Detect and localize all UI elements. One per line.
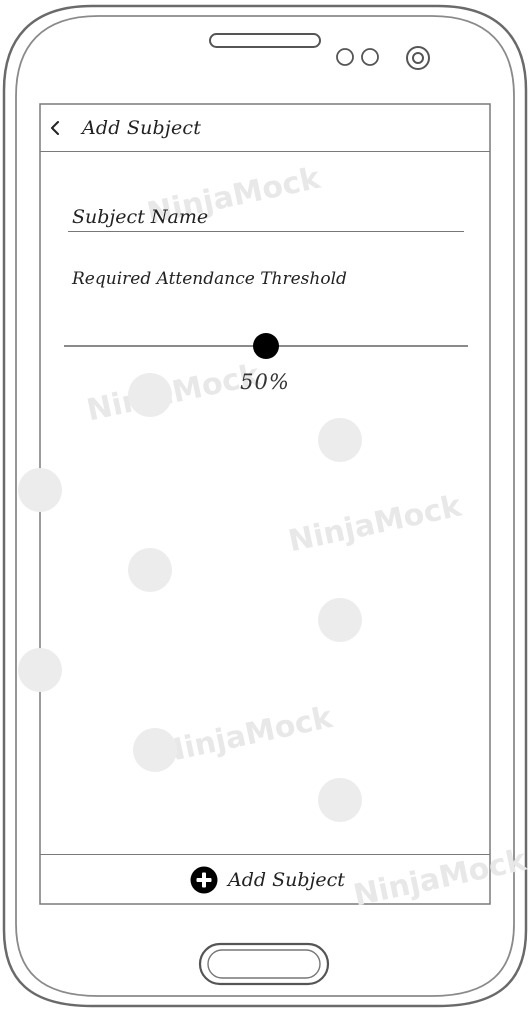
add-subject-button[interactable]: Add Subject (190, 865, 345, 895)
threshold-value: 50% (240, 370, 290, 394)
threshold-slider-thumb[interactable] (253, 333, 279, 359)
add-subject-label: Add Subject (228, 869, 345, 891)
app-bar: Add Subject (40, 104, 490, 152)
back-button[interactable] (44, 116, 66, 140)
chevron-left-icon (51, 121, 59, 135)
page-title: Add Subject (82, 117, 202, 139)
plus-circle-icon (190, 866, 218, 894)
threshold-label: Required Attendance Threshold (72, 269, 347, 289)
bottom-action-bar: Add Subject (40, 854, 490, 904)
app-screen: Add Subject Required Attendance Threshol… (40, 104, 490, 904)
subject-name-input[interactable] (68, 202, 464, 232)
